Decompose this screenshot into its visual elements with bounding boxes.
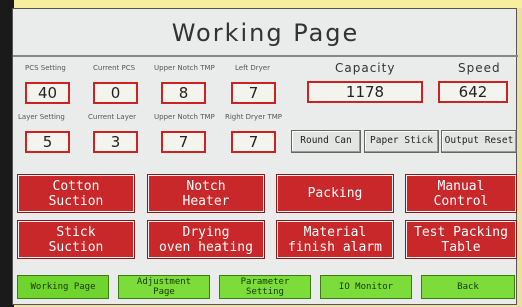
left-dryer-value[interactable]: 7 [231, 82, 276, 104]
page-title: Working Page [171, 19, 360, 47]
cotton-suction-button[interactable]: Cotton Suction [18, 175, 134, 212]
upper-notch-tmp-label: Upper Notch TMP [154, 64, 215, 72]
capacity-value: 1178 [307, 81, 423, 103]
title-divider [13, 55, 518, 57]
current-layer-label: Current Layer [88, 113, 137, 121]
current-layer-value: 3 [93, 131, 138, 153]
output-reset-button[interactable]: Output Reset [441, 130, 517, 153]
speed-label: Speed [458, 61, 501, 75]
right-dryer-tmp-label: Right Dryer TMP [225, 113, 283, 121]
layer-setting-label: Layer Setting [18, 113, 65, 121]
layer-setting-value[interactable]: 5 [25, 131, 70, 153]
round-can-button[interactable]: Round Can [291, 130, 361, 153]
drying-oven-heating-button[interactable]: Drying oven heating [148, 221, 264, 258]
pcs-setting-label: PCS Setting [25, 64, 66, 72]
packing-button[interactable]: Packing [277, 175, 393, 212]
right-dryer-tmp-value[interactable]: 7 [231, 131, 276, 153]
upper-notch-tmp-value-2[interactable]: 7 [161, 131, 206, 153]
current-pcs-label: Current PCS [93, 64, 136, 72]
capacity-label: Capacity [335, 61, 396, 75]
nav-back[interactable]: Back [421, 275, 515, 299]
notch-heater-button[interactable]: Notch Heater [148, 175, 264, 212]
pcs-setting-value[interactable]: 40 [25, 82, 70, 104]
manual-control-button[interactable]: Manual Control [406, 175, 516, 212]
upper-notch-tmp-label-2: Upper Notch TMP [154, 113, 215, 121]
nav-working-page[interactable]: Working Page [17, 275, 109, 299]
test-packing-table-button[interactable]: Test Packing Table [406, 221, 516, 258]
material-finish-alarm-button[interactable]: Material finish alarm [277, 221, 393, 258]
current-pcs-value: 0 [93, 82, 138, 104]
hmi-screen: Working Page PCS Setting Current PCS Upp… [12, 8, 518, 305]
upper-notch-tmp-value[interactable]: 8 [161, 82, 206, 104]
speed-value: 642 [438, 81, 508, 103]
bezel-top-strip [0, 0, 522, 8]
left-dryer-label: Left Dryer [235, 64, 270, 72]
nav-parameter-setting[interactable]: Parameter Setting [219, 275, 311, 299]
stick-suction-button[interactable]: Stick Suction [18, 221, 134, 258]
nav-adjustment-page[interactable]: Adjustment Page [118, 275, 210, 299]
paper-stick-button[interactable]: Paper Stick [364, 130, 439, 153]
nav-io-monitor[interactable]: IO Monitor [320, 275, 412, 299]
